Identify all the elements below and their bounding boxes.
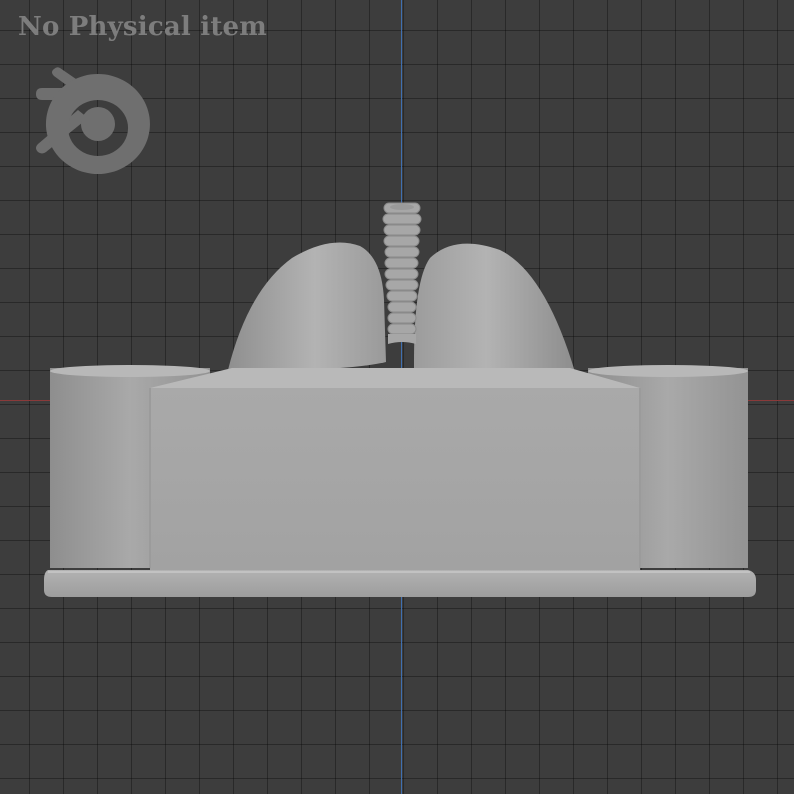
lung-model-render: [44, 202, 756, 597]
3d-viewport[interactable]: No Physical item: [0, 0, 794, 794]
